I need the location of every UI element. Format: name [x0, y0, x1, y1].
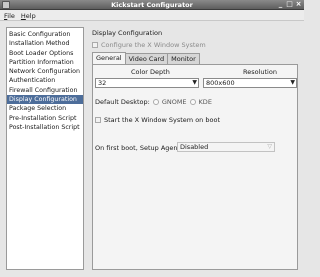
setup-agent-value: Disabled — [180, 143, 209, 151]
sidebar-item-package-selection[interactable]: Package Selection — [7, 104, 83, 113]
section-title: Display Configuration — [92, 29, 163, 37]
menu-help[interactable]: Help — [21, 12, 36, 20]
menu-file[interactable]: File — [4, 12, 15, 20]
sidebar-item-boot-loader-options[interactable]: Boot Loader Options — [7, 49, 83, 58]
sidebar-item-network-configuration[interactable]: Network Configuration — [7, 67, 83, 76]
start-x-label: Start the X Window System on boot — [104, 116, 220, 124]
sidebar-item-authentication[interactable]: Authentication — [7, 76, 83, 85]
color-depth-select[interactable]: 32 ▼ — [95, 78, 199, 88]
default-desktop-row: Default Desktop: GNOME KDE — [95, 98, 212, 106]
start-x-row[interactable]: Start the X Window System on boot — [95, 116, 220, 124]
kde-label: KDE — [198, 98, 212, 106]
window-title: Kickstart Configurator — [111, 1, 193, 9]
color-depth-value: 32 — [98, 79, 107, 87]
first-boot-row: On first boot, Setup Agent is: — [95, 144, 190, 152]
section-list: Basic Configuration Installation Method … — [6, 27, 84, 270]
default-desktop-label: Default Desktop: — [95, 98, 150, 106]
start-x-checkbox[interactable] — [95, 117, 101, 123]
configure-x-checkbox[interactable] — [92, 42, 98, 48]
resolution-header: Resolution — [243, 68, 277, 76]
chevron-down-icon: ▼ — [192, 79, 197, 86]
display-configuration-panel: Display Configuration Configure the X Wi… — [90, 27, 298, 270]
sidebar-item-installation-method[interactable]: Installation Method — [7, 39, 83, 48]
first-boot-label: On first boot, Setup Agent is: — [95, 144, 190, 152]
configure-x-checkbox-row[interactable]: Configure the X Window System — [92, 41, 206, 49]
sidebar-item-partition-information[interactable]: Partition Information — [7, 58, 83, 67]
kde-radio[interactable] — [189, 99, 196, 105]
chevron-down-icon: ▼ — [290, 79, 295, 86]
color-depth-header: Color Depth — [131, 68, 170, 76]
resolution-value: 800x600 — [206, 79, 235, 87]
resolution-select[interactable]: 800x600 ▼ — [203, 78, 297, 88]
gnome-label: GNOME — [161, 98, 187, 106]
general-tab-panel: Color Depth Resolution 32 ▼ 800x600 ▼ De… — [92, 64, 298, 270]
sidebar-item-pre-installation-script[interactable]: Pre-Installation Script — [7, 114, 83, 123]
minimize-button[interactable]: _ — [277, 1, 284, 8]
maximize-button[interactable]: □ — [286, 1, 293, 8]
configure-x-label: Configure the X Window System — [101, 41, 206, 49]
close-button[interactable]: × — [295, 1, 302, 8]
sidebar-item-display-configuration[interactable]: Display Configuration — [7, 95, 83, 105]
setup-agent-select[interactable]: Disabled ▽ — [177, 142, 275, 152]
sidebar-item-basic-configuration[interactable]: Basic Configuration — [7, 30, 83, 39]
menu-bar: File Help — [0, 10, 304, 21]
chevron-down-icon: ▽ — [267, 143, 272, 150]
sidebar-item-post-installation-script[interactable]: Post-Installation Script — [7, 123, 83, 132]
gnome-radio[interactable] — [152, 99, 159, 105]
tab-general[interactable]: General — [92, 52, 126, 64]
title-bar: Kickstart Configurator _ □ × — [0, 0, 304, 10]
sidebar-item-firewall-configuration[interactable]: Firewall Configuration — [7, 86, 83, 95]
